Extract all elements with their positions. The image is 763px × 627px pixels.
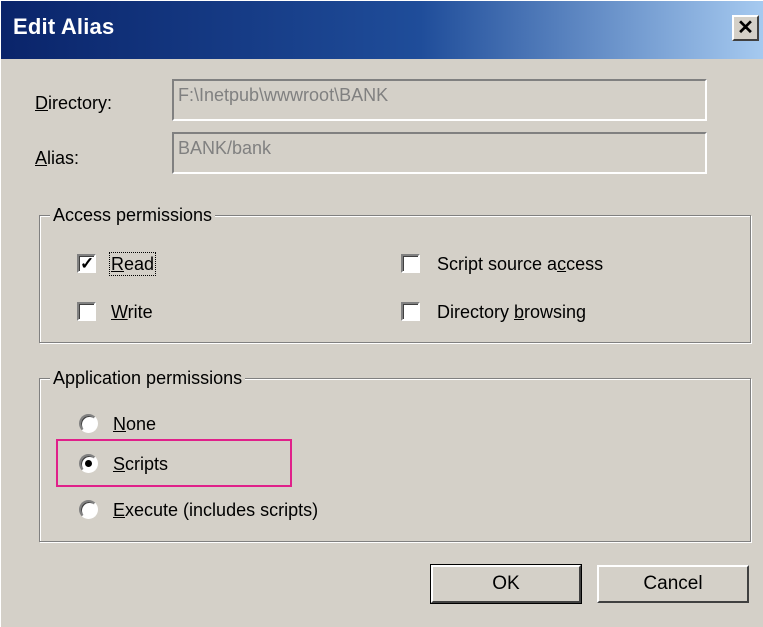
edit-alias-dialog: Edit Alias ✕ Directory: F:\Inetpub\wwwro… [0,0,763,627]
radio-selected-dot [85,460,92,467]
read-label[interactable]: Read [108,252,157,276]
read-checkbox[interactable]: ✓ [77,254,96,273]
none-label[interactable]: None [113,414,156,435]
directory-label: Directory: [35,93,113,113]
directory-browsing-checkbox[interactable] [401,302,420,321]
checkmark-icon: ✓ [80,254,95,273]
alias-field[interactable]: BANK/bank [172,132,707,174]
scripts-radio[interactable] [79,454,98,473]
scripts-label[interactable]: Scripts [113,454,168,475]
close-button[interactable]: ✕ [732,15,759,41]
write-label[interactable]: Write [111,302,153,323]
execute-radio[interactable] [79,500,98,519]
alias-label: Alias: [35,148,80,168]
cancel-button[interactable]: Cancel [597,565,749,603]
application-permissions-title: Application permissions [50,367,246,389]
window-title: Edit Alias [13,14,115,39]
access-permissions-group: Access permissions [39,204,751,343]
script-source-access-checkbox[interactable] [401,254,420,273]
title-bar[interactable]: Edit Alias ✕ [1,1,763,59]
none-radio[interactable] [79,414,98,433]
script-source-access-label[interactable]: Script source access [437,254,603,275]
ok-button[interactable]: OK [430,564,582,604]
access-permissions-title: Access permissions [50,204,216,226]
write-checkbox[interactable] [77,302,96,321]
close-icon: ✕ [737,17,754,39]
directory-field[interactable]: F:\Inetpub\wwwroot\BANK [172,79,707,121]
directory-browsing-label[interactable]: Directory browsing [437,302,586,323]
execute-label[interactable]: Execute (includes scripts) [113,500,318,521]
